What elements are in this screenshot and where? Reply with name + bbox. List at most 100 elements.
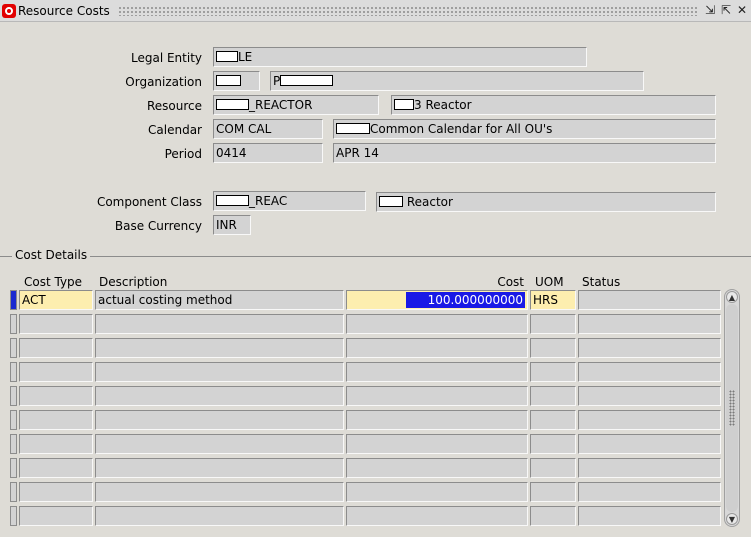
minimize-icon[interactable]: ⇲ <box>703 2 717 18</box>
scrollbar-thumb[interactable] <box>726 304 738 512</box>
column-header-description: Description <box>99 275 168 289</box>
description-cell[interactable] <box>95 314 344 334</box>
uom-cell[interactable] <box>530 362 576 382</box>
uom-cell[interactable] <box>530 482 576 502</box>
close-icon[interactable]: ✕ <box>735 2 749 18</box>
cost-type-cell[interactable] <box>19 362 93 382</box>
calendar-code-field[interactable]: COM CAL <box>213 119 323 139</box>
uom-cell[interactable] <box>530 410 576 430</box>
cost-cell[interactable] <box>346 338 528 358</box>
resource-name-value: 3 Reactor <box>414 98 472 112</box>
description-cell[interactable] <box>95 386 344 406</box>
description-cell[interactable] <box>95 458 344 478</box>
organization-name-field: P <box>270 71 644 91</box>
row-selector[interactable] <box>10 386 17 406</box>
row-selector[interactable] <box>10 434 17 454</box>
status-cell <box>578 506 721 526</box>
calendar-code-value: COM CAL <box>216 122 272 136</box>
scroll-down-icon[interactable]: ▼ <box>726 513 738 525</box>
uom-cell[interactable] <box>530 458 576 478</box>
description-cell-value: actual costing method <box>98 293 233 307</box>
description-cell[interactable] <box>95 362 344 382</box>
uom-cell[interactable] <box>530 314 576 334</box>
cost-cell[interactable] <box>346 314 528 334</box>
cost-type-cell-value: ACT <box>22 293 46 307</box>
row-selector[interactable] <box>10 290 17 310</box>
cost-type-cell[interactable] <box>19 338 93 358</box>
cost-type-cell[interactable] <box>19 386 93 406</box>
row-selector[interactable] <box>10 506 17 526</box>
section-divider <box>0 256 751 257</box>
redacted-block <box>336 123 370 134</box>
description-cell[interactable] <box>95 434 344 454</box>
status-cell <box>578 482 721 502</box>
period-code-field[interactable]: 0414 <box>213 143 323 163</box>
cost-cell[interactable] <box>346 410 528 430</box>
resource-label: Resource <box>146 99 202 113</box>
cost-cell[interactable] <box>346 434 528 454</box>
period-name-value: APR 14 <box>336 146 379 160</box>
status-cell <box>578 410 721 430</box>
cost-type-cell[interactable] <box>19 314 93 334</box>
component-class-name-field: Reactor <box>376 192 716 212</box>
column-header-uom: UOM <box>535 275 564 289</box>
window-titlebar[interactable]: Resource Costs ⇲ ⇱ ✕ <box>0 0 751 22</box>
vertical-scrollbar[interactable]: ▲ ▼ <box>724 289 740 527</box>
legal-entity-value: LE <box>238 50 253 64</box>
status-cell <box>578 386 721 406</box>
organization-code-field[interactable] <box>213 71 260 91</box>
cost-cell[interactable] <box>346 506 528 526</box>
calendar-name-field: Common Calendar for All OU's <box>333 119 716 139</box>
calendar-name-value: Common Calendar for All OU's <box>370 122 553 136</box>
component-class-code-field[interactable]: _REAC <box>213 191 366 211</box>
uom-cell[interactable] <box>530 338 576 358</box>
maximize-icon[interactable]: ⇱ <box>719 2 733 18</box>
cost-cell[interactable]: 100.000000000 <box>346 290 528 310</box>
cost-cell[interactable] <box>346 386 528 406</box>
column-header-cost-type: Cost Type <box>24 275 83 289</box>
cost-type-cell[interactable]: ACT <box>19 290 93 310</box>
cost-cell[interactable] <box>346 458 528 478</box>
organization-name-value: P <box>273 74 281 88</box>
redacted-block <box>216 195 249 206</box>
description-cell[interactable]: actual costing method <box>95 290 344 310</box>
legal-entity-field[interactable]: LE <box>213 47 587 67</box>
row-selector[interactable] <box>10 458 17 478</box>
scroll-grip-icon <box>729 390 735 426</box>
description-cell[interactable] <box>95 506 344 526</box>
uom-cell[interactable] <box>530 386 576 406</box>
description-cell[interactable] <box>95 482 344 502</box>
oracle-app-icon <box>2 4 16 18</box>
row-selector[interactable] <box>10 314 17 334</box>
uom-cell[interactable] <box>530 506 576 526</box>
cost-type-cell[interactable] <box>19 458 93 478</box>
row-selector[interactable] <box>10 410 17 430</box>
uom-cell[interactable] <box>530 434 576 454</box>
resource-code-value: _REACTOR <box>249 98 313 112</box>
description-cell[interactable] <box>95 410 344 430</box>
cost-type-cell[interactable] <box>19 434 93 454</box>
resource-code-field[interactable]: _REACTOR <box>213 95 379 115</box>
cost-type-cell[interactable] <box>19 482 93 502</box>
row-selector[interactable] <box>10 482 17 502</box>
redacted-block <box>394 99 414 110</box>
cost-cell-value: 100.000000000 <box>405 292 525 308</box>
uom-cell[interactable]: HRS <box>530 290 576 310</box>
base-currency-value: INR <box>216 218 237 232</box>
status-cell <box>578 362 721 382</box>
cost-type-cell[interactable] <box>19 410 93 430</box>
row-selector[interactable] <box>10 338 17 358</box>
status-cell <box>578 314 721 334</box>
cost-cell[interactable] <box>346 482 528 502</box>
cost-cell[interactable] <box>346 362 528 382</box>
cost-type-cell[interactable] <box>19 506 93 526</box>
redacted-block <box>216 75 241 86</box>
scroll-up-icon[interactable]: ▲ <box>726 291 738 303</box>
cost-details-title: Cost Details <box>12 248 91 262</box>
period-code-value: 0414 <box>216 146 247 160</box>
calendar-label: Calendar <box>148 123 202 137</box>
resource-name-field: 3 Reactor <box>391 95 716 115</box>
row-selector[interactable] <box>10 362 17 382</box>
legal-entity-label: Legal Entity <box>130 51 202 65</box>
description-cell[interactable] <box>95 338 344 358</box>
